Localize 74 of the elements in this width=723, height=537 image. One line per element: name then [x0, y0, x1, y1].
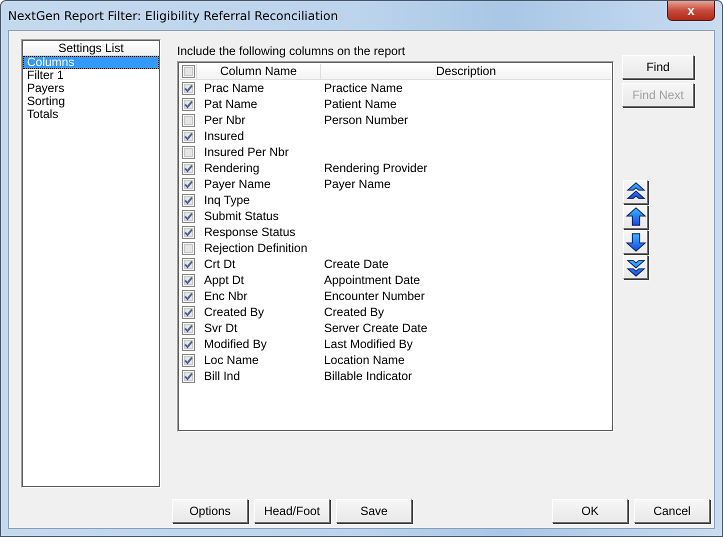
checkbox[interactable]: [182, 178, 194, 190]
settings-list-item[interactable]: Filter 1: [23, 69, 159, 82]
checkbox[interactable]: [182, 258, 194, 270]
table-cell: Rejection Definition: [204, 241, 308, 255]
checkbox[interactable]: [182, 354, 194, 366]
settings-list-item[interactable]: Sorting: [23, 95, 159, 108]
checkbox[interactable]: [182, 306, 194, 318]
table-cell: Practice Name: [324, 81, 403, 95]
table-cell: Crt Dt: [204, 257, 236, 271]
checkbox[interactable]: [182, 242, 194, 254]
table-cell: Enc Nbr: [204, 289, 248, 303]
checkbox[interactable]: [182, 194, 194, 206]
table-cell: Bill Ind: [204, 369, 240, 383]
checkbox[interactable]: [182, 162, 194, 174]
table-cell: Appt Dt: [204, 273, 244, 287]
settings-list-item[interactable]: Totals: [23, 108, 159, 121]
move-button[interactable]: [623, 230, 648, 254]
checkbox[interactable]: [182, 114, 194, 126]
table-cell: Inq Type: [204, 193, 250, 207]
columns-label: Include the following columns on the report: [177, 43, 406, 60]
table-cell: Created By: [324, 305, 384, 319]
checkbox[interactable]: [182, 338, 194, 350]
checkbox[interactable]: [182, 290, 194, 302]
column-header[interactable]: Description: [320, 64, 611, 79]
table-cell: Prac Name: [204, 81, 264, 95]
table-cell: Insured: [204, 129, 244, 143]
dialog-button[interactable]: Options: [172, 499, 248, 523]
checkbox[interactable]: [182, 322, 194, 334]
dialog-button[interactable]: Save: [336, 499, 412, 523]
checkbox[interactable]: [182, 274, 194, 286]
table-cell: Payer Name: [204, 177, 271, 191]
table-cell: Appointment Date: [324, 273, 420, 287]
checkbox[interactable]: [182, 370, 194, 382]
checkbox[interactable]: [182, 65, 194, 78]
checkbox[interactable]: [182, 146, 194, 158]
list-header: Settings List: [23, 41, 159, 56]
move-button[interactable]: [623, 180, 648, 204]
close-button[interactable]: x: [667, 1, 715, 21]
table-cell: Rendering: [204, 161, 260, 175]
column-header[interactable]: Column Name: [196, 64, 320, 79]
dialog-button[interactable]: OK: [552, 499, 628, 523]
table-cell: Encounter Number: [324, 289, 425, 303]
table-cell: Modified By: [204, 337, 267, 351]
table-cell: Last Modified By: [324, 337, 413, 351]
table-cell: Response Status: [204, 225, 296, 239]
checkbox[interactable]: [182, 130, 194, 142]
table-cell: Loc Name: [204, 353, 259, 367]
up-arrow-icon: [624, 206, 646, 228]
table-cell: Created By: [204, 305, 264, 319]
table-cell: Rendering Provider: [324, 161, 428, 175]
table-cell: Server Create Date: [324, 321, 428, 335]
table-cell: Insured Per Nbr: [204, 145, 289, 159]
table-cell: Submit Status: [204, 209, 279, 223]
table-cell: Svr Dt: [204, 321, 238, 335]
table-cell: Create Date: [324, 257, 389, 271]
checkbox[interactable]: [182, 82, 194, 94]
table-cell: Person Number: [324, 113, 408, 127]
move-button[interactable]: [623, 205, 648, 229]
window-title: NextGen Report Filter: Eligibility Referral Reconciliation: [8, 8, 338, 22]
table-cell: Per Nbr: [204, 113, 246, 127]
settings-list-item[interactable]: Payers: [23, 82, 159, 95]
move-button[interactable]: [623, 255, 648, 279]
checkbox[interactable]: [182, 210, 194, 222]
find-button[interactable]: Find: [622, 55, 694, 79]
table-cell: Billable Indicator: [324, 369, 412, 383]
checkbox[interactable]: [182, 226, 194, 238]
dialog-button[interactable]: Cancel: [634, 499, 710, 523]
dialog-button[interactable]: Head/Foot: [254, 499, 330, 523]
checkbox[interactable]: [182, 98, 194, 110]
down-arrow-icon: [624, 231, 646, 253]
table-cell: Payer Name: [324, 177, 391, 191]
table-cell: Patient Name: [324, 97, 397, 111]
table-cell: Pat Name: [204, 97, 258, 111]
table-cell: Location Name: [324, 353, 405, 367]
